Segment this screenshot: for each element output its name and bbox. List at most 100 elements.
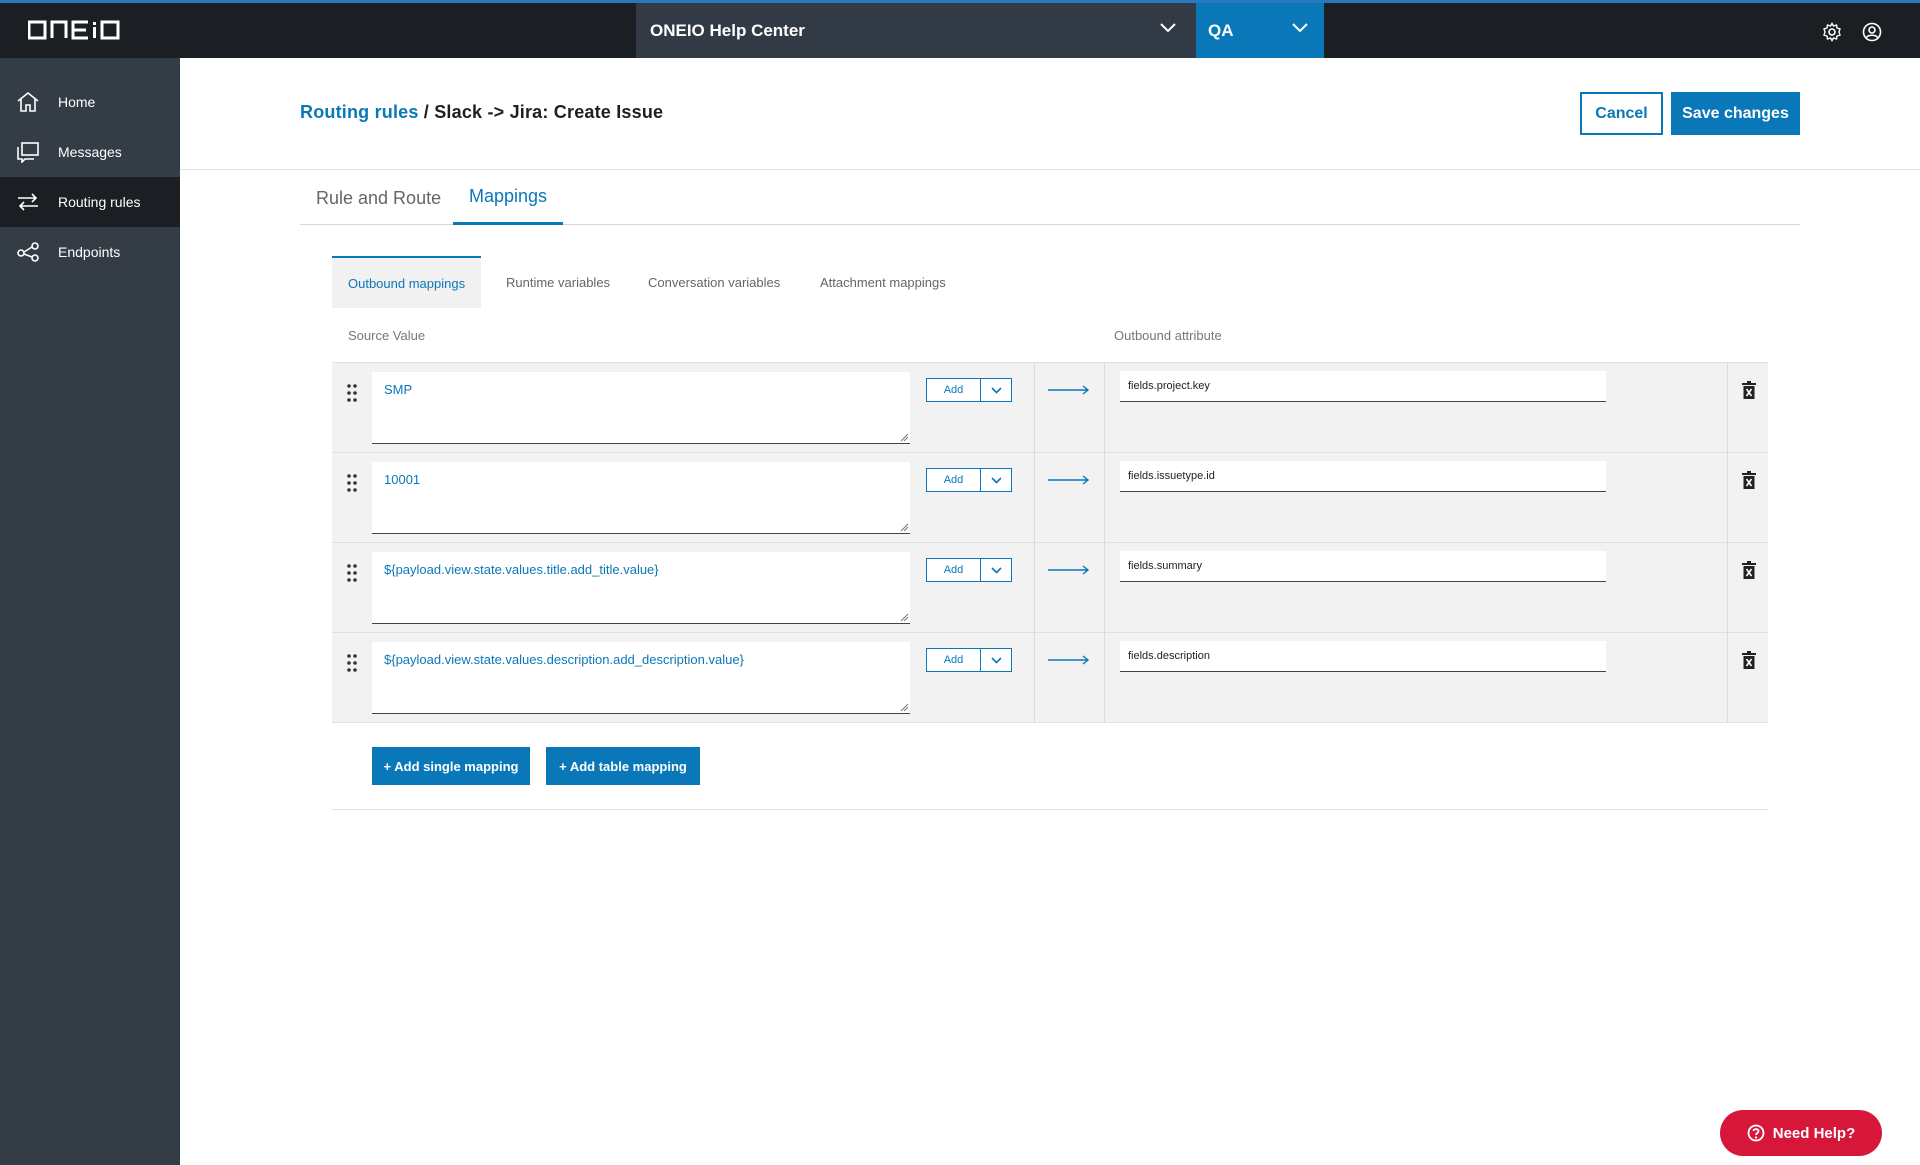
add-dropdown-button[interactable]: [981, 469, 1011, 491]
source-value-input[interactable]: 10001: [372, 462, 910, 534]
gear-icon[interactable]: [1822, 22, 1842, 42]
messages-icon: [17, 142, 39, 163]
organization-label: ONEIO Help Center: [650, 20, 805, 40]
environment-label: QA: [1208, 20, 1234, 40]
organization-select[interactable]: ONEIO Help Center: [636, 3, 1196, 58]
environment-select[interactable]: QA: [1196, 3, 1324, 58]
page-title: Slack -> Jira: Create Issue: [434, 102, 664, 122]
sidebar-item-messages[interactable]: Messages: [0, 127, 180, 177]
tab-outbound-mappings[interactable]: Outbound mappings: [332, 256, 482, 308]
tab-attachment-mappings[interactable]: Attachment mappings: [820, 256, 946, 308]
drag-handle-icon[interactable]: [346, 563, 358, 583]
source-value-text: 10001: [384, 472, 421, 487]
source-value-input[interactable]: SMP: [372, 372, 910, 444]
tab-rule-and-route[interactable]: Rule and Route: [316, 171, 441, 225]
cancel-button[interactable]: Cancel: [1580, 92, 1663, 135]
delete-icon[interactable]: [1742, 471, 1756, 489]
column-divider: [1034, 363, 1035, 453]
drag-handle-icon[interactable]: [346, 383, 358, 403]
add-variable-button-group: Add: [926, 468, 1012, 492]
chevron-down-icon: [990, 656, 1002, 664]
column-divider: [1727, 633, 1728, 723]
drag-handle-icon[interactable]: [346, 473, 358, 493]
delete-icon[interactable]: [1742, 381, 1756, 399]
arrow-right-icon: [1048, 385, 1090, 395]
top-bar: ONEIO Help Center QA: [0, 0, 1920, 58]
endpoints-icon: [17, 242, 39, 262]
source-value-input[interactable]: ${payload.view.state.values.description.…: [372, 642, 910, 714]
need-help-label: Need Help?: [1772, 1124, 1856, 1142]
tab-mappings[interactable]: Mappings: [453, 171, 564, 225]
add-button[interactable]: Add: [927, 559, 981, 581]
resize-handle-icon[interactable]: [900, 613, 909, 622]
chevron-down-icon: [1292, 23, 1308, 33]
sidebar-item-endpoints[interactable]: Endpoints: [0, 227, 180, 277]
source-value-text: ${payload.view.state.values.description.…: [384, 652, 744, 667]
outbound-attribute-input[interactable]: fields.issuetype.id: [1120, 461, 1606, 492]
add-table-mapping-button[interactable]: + Add table mapping: [546, 747, 700, 785]
column-divider: [1034, 633, 1035, 723]
chevron-down-icon: [990, 566, 1002, 574]
outbound-attribute-input[interactable]: fields.summary: [1120, 551, 1606, 582]
resize-handle-icon[interactable]: [900, 523, 909, 532]
save-changes-button[interactable]: Save changes: [1671, 92, 1800, 135]
column-divider: [1104, 633, 1105, 723]
question-icon: [1747, 1124, 1765, 1142]
delete-icon[interactable]: [1742, 561, 1756, 579]
oneio-logo[interactable]: [28, 17, 120, 43]
mapping-actions: + Add single mapping + Add table mapping: [332, 722, 1768, 810]
column-divider: [1727, 363, 1728, 453]
sidebar-item-label: Home: [58, 94, 96, 110]
column-divider: [1104, 543, 1105, 633]
user-account-icon[interactable]: [1862, 22, 1882, 42]
home-icon: [17, 91, 39, 112]
chevron-down-icon: [990, 476, 1002, 484]
column-divider: [1727, 543, 1728, 633]
sidebar-item-label: Endpoints: [58, 244, 121, 260]
arrow-right-icon: [1048, 475, 1090, 485]
add-button[interactable]: Add: [927, 379, 981, 401]
sidebar-item-routing-rules[interactable]: Routing rules: [0, 177, 180, 227]
column-divider: [1104, 453, 1105, 543]
column-divider: [1034, 453, 1035, 543]
routing-icon: [18, 193, 38, 211]
breadcrumb-link-routing-rules[interactable]: Routing rules: [300, 102, 419, 122]
add-dropdown-button[interactable]: [981, 379, 1011, 401]
source-value-text: SMP: [384, 382, 413, 397]
sidebar-item-label: Messages: [58, 144, 122, 160]
mapping-row: ${payload.view.state.values.title.add_ti…: [332, 543, 1768, 633]
tab-conversation-variables[interactable]: Conversation variables: [648, 256, 780, 308]
add-button[interactable]: Add: [927, 649, 981, 671]
drag-handle-icon[interactable]: [346, 653, 358, 673]
sidebar-item-label: Routing rules: [58, 194, 141, 210]
add-variable-button-group: Add: [926, 558, 1012, 582]
arrow-right-icon: [1048, 565, 1090, 575]
resize-handle-icon[interactable]: [900, 703, 909, 712]
source-value-input[interactable]: ${payload.view.state.values.title.add_ti…: [372, 552, 910, 624]
breadcrumb: Routing rules / Slack -> Jira: Create Is…: [300, 102, 663, 123]
sidebar-item-home[interactable]: Home: [0, 77, 180, 127]
add-dropdown-button[interactable]: [981, 649, 1011, 671]
column-divider: [1727, 453, 1728, 543]
add-variable-button-group: Add: [926, 378, 1012, 402]
column-divider: [1034, 543, 1035, 633]
add-button[interactable]: Add: [927, 469, 981, 491]
mapping-row: 10001 Add fields.issuetype.id: [332, 453, 1768, 543]
need-help-button[interactable]: Need Help?: [1720, 1110, 1882, 1156]
sidebar: Home Messages Routing rules Endpoints: [0, 58, 180, 1165]
chevron-down-icon: [990, 386, 1002, 394]
resize-handle-icon[interactable]: [900, 433, 909, 442]
breadcrumb-separator: /: [418, 102, 435, 122]
main-tabs: Rule and Route Mappings: [300, 171, 1800, 225]
mapping-row: SMP Add fields.project.key: [332, 363, 1768, 453]
mapping-row: ${payload.view.state.values.description.…: [332, 633, 1768, 723]
tab-runtime-variables[interactable]: Runtime variables: [506, 256, 610, 308]
outbound-attribute-input[interactable]: fields.project.key: [1120, 371, 1606, 402]
delete-icon[interactable]: [1742, 651, 1756, 669]
outbound-attribute-input[interactable]: fields.description: [1120, 641, 1606, 672]
add-dropdown-button[interactable]: [981, 559, 1011, 581]
column-divider: [1104, 363, 1105, 453]
add-variable-button-group: Add: [926, 648, 1012, 672]
add-single-mapping-button[interactable]: + Add single mapping: [372, 747, 530, 785]
source-value-text: ${payload.view.state.values.title.add_ti…: [384, 562, 659, 577]
